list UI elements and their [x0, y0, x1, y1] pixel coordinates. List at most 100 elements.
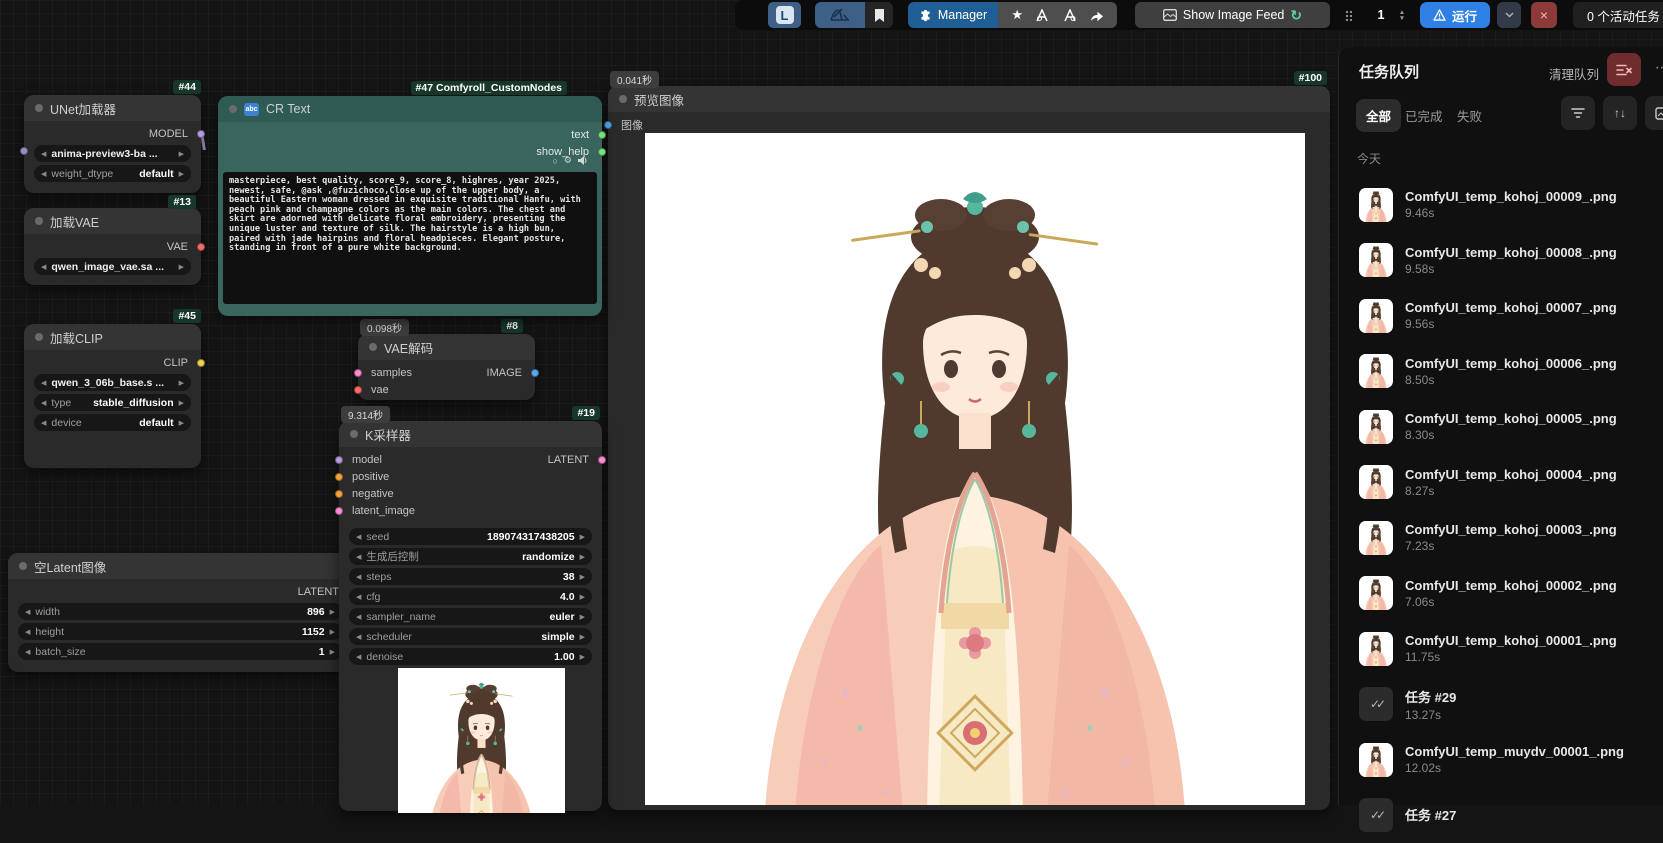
node-load-vae[interactable]: #13 加载VAE VAE ◀qwen_image_vae.sa ...▶ — [24, 208, 201, 285]
combo-left-icon[interactable]: ◀ — [25, 648, 30, 656]
model-output-slot[interactable] — [197, 130, 205, 138]
combo-right-icon[interactable]: ▶ — [580, 633, 585, 641]
clip-device-combo[interactable]: ◀devicedefault▶ — [34, 414, 191, 431]
node-empty-latent-image[interactable]: 空Latent图像 LATENT ◀width896▶ ◀height1152▶… — [8, 553, 352, 672]
combo-left-icon[interactable]: ◀ — [41, 263, 46, 271]
combo-right-icon[interactable]: ▶ — [580, 613, 585, 621]
combo-left-icon[interactable]: ◀ — [25, 608, 30, 616]
combo-left-icon[interactable]: ◀ — [41, 419, 46, 427]
samples-input-slot[interactable] — [354, 369, 362, 377]
node-preview-image[interactable]: 0.041秒 #100 预览图像 图像 — [608, 86, 1330, 810]
weight-dtype-combo[interactable]: ◀weight_dtypedefault▶ — [34, 165, 191, 182]
combo-left-icon[interactable]: ◀ — [356, 533, 361, 541]
widget-input-slot[interactable] — [20, 147, 28, 155]
combo-left-icon[interactable]: ◀ — [356, 613, 361, 621]
queue-item-thumbnail[interactable] — [1359, 354, 1393, 388]
combo-right-icon[interactable]: ▶ — [580, 553, 585, 561]
node-unet-loader[interactable]: #44 UNet加载器 MODEL ◀anima-preview3-ba ...… — [24, 95, 201, 193]
filter-tab-completed[interactable]: 已完成 — [1405, 106, 1443, 125]
combo-right-icon[interactable]: ▶ — [179, 399, 184, 407]
gallery-settings-button[interactable] — [1645, 96, 1663, 130]
queue-item-thumbnail[interactable] — [1359, 410, 1393, 444]
filter-tab-failed[interactable]: 失败 — [1457, 106, 1482, 125]
combo-left-icon[interactable]: ◀ — [356, 593, 361, 601]
latent-image-input-slot[interactable] — [335, 507, 343, 515]
combo-right-icon[interactable]: ▶ — [580, 593, 585, 601]
combo-left-icon[interactable]: ◀ — [356, 653, 361, 661]
latent-size-widget[interactable]: ◀width896▶ — [18, 603, 342, 620]
combo-right-icon[interactable]: ▶ — [330, 608, 335, 616]
unet-name-combo[interactable]: ◀anima-preview3-ba ...▶ — [34, 145, 191, 162]
queue-item-thumbnail[interactable] — [1359, 299, 1393, 333]
model-a2-icon[interactable] — [1063, 9, 1077, 22]
combo-right-icon[interactable]: ▶ — [179, 150, 184, 158]
node-cr-text[interactable]: #47 Comfyroll_CustomNodes abcCR Text tex… — [218, 96, 602, 316]
node-load-clip[interactable]: #45 加载CLIP CLIP ◀qwen_3_06b_base.s ...▶ … — [24, 324, 201, 468]
run-options-button[interactable] — [1497, 2, 1521, 28]
positive-input-slot[interactable] — [335, 473, 343, 481]
latent-size-widget[interactable]: ◀height1152▶ — [18, 623, 342, 640]
image-output-slot[interactable] — [531, 369, 539, 377]
node-ksampler[interactable]: 9.314秒 #19 K采样器 modelLATENT positive neg… — [339, 421, 602, 811]
ksampler-widget[interactable]: ◀生成后控制randomize▶ — [349, 548, 592, 565]
star-icon[interactable]: ★ — [1011, 7, 1023, 23]
combo-right-icon[interactable]: ▶ — [179, 379, 184, 387]
queue-item[interactable]: ComfyUI_temp_kohoj_00005_.png 8.30s — [1339, 399, 1663, 455]
show-help-output-slot[interactable] — [598, 148, 606, 156]
model-a-icon[interactable] — [1036, 9, 1050, 22]
queue-item[interactable]: ComfyUI_temp_kohoj_00003_.png 7.23s — [1339, 510, 1663, 566]
clear-queue-label[interactable]: 清理队列 — [1549, 64, 1599, 83]
queue-item[interactable]: ComfyUI_temp_kohoj_00004_.png 8.27s — [1339, 455, 1663, 511]
queue-item-thumbnail[interactable] — [1359, 521, 1393, 555]
queue-item-thumbnail[interactable] — [1359, 243, 1393, 277]
comfy-logo-button[interactable]: L — [768, 2, 801, 28]
queue-item[interactable]: ComfyUI_temp_muydv_00001_.png 12.02s — [1339, 732, 1663, 788]
combo-left-icon[interactable]: ◀ — [41, 379, 46, 387]
clear-queue-button[interactable] — [1607, 53, 1641, 86]
generated-image[interactable] — [645, 133, 1305, 805]
combo-right-icon[interactable]: ▶ — [330, 648, 335, 656]
workflow-tab-button[interactable] — [815, 2, 865, 28]
combo-right-icon[interactable]: ▶ — [580, 653, 585, 661]
combo-left-icon[interactable]: ◀ — [356, 573, 361, 581]
manager-button[interactable]: Manager — [908, 2, 998, 28]
batch-count-stepper[interactable]: ▲▼ — [1395, 2, 1409, 28]
queue-item[interactable]: ComfyUI_temp_kohoj_00002_.png 7.06s — [1339, 566, 1663, 622]
ksampler-widget[interactable]: ◀schedulersimple▶ — [349, 628, 592, 645]
queue-item-thumbnail[interactable] — [1359, 465, 1393, 499]
clip-type-combo[interactable]: ◀typestable_diffusion▶ — [34, 394, 191, 411]
share-icon[interactable] — [1090, 9, 1104, 22]
run-button[interactable]: 运行 — [1420, 2, 1490, 28]
latent-output-slot[interactable] — [598, 456, 606, 464]
queue-item[interactable]: ComfyUI_temp_kohoj_00009_.png 9.46s — [1339, 177, 1663, 233]
combo-left-icon[interactable]: ◀ — [41, 399, 46, 407]
image-input-slot[interactable] — [604, 121, 612, 129]
prompt-textarea[interactable]: masterpiece, best quality, score_9, scor… — [223, 172, 597, 304]
combo-right-icon[interactable]: ▶ — [580, 533, 585, 541]
queue-item-thumbnail[interactable] — [1359, 743, 1393, 777]
node-vae-decode[interactable]: 0.098秒 #8 VAE解码 samplesIMAGE vae — [358, 334, 535, 400]
speaker-icon[interactable] — [578, 156, 588, 165]
bookmark-button[interactable] — [865, 2, 893, 28]
combo-right-icon[interactable]: ▶ — [330, 628, 335, 636]
cancel-button[interactable]: × — [1531, 2, 1557, 28]
gear-icon[interactable]: ⚙ — [564, 155, 572, 166]
queue-item-thumbnail[interactable] — [1359, 632, 1393, 666]
combo-left-icon[interactable]: ◀ — [356, 633, 361, 641]
text-output-slot[interactable] — [598, 131, 606, 139]
queue-item[interactable]: ComfyUI_temp_kohoj_00007_.png 9.56s — [1339, 288, 1663, 344]
clip-output-slot[interactable] — [197, 359, 205, 367]
negative-input-slot[interactable] — [335, 490, 343, 498]
vae-output-slot[interactable] — [197, 243, 205, 251]
combo-right-icon[interactable]: ▶ — [179, 419, 184, 427]
ksampler-widget[interactable]: ◀steps38▶ — [349, 568, 592, 585]
drag-handle-icon[interactable] — [1341, 2, 1355, 28]
queue-item-thumbnail[interactable] — [1359, 576, 1393, 610]
circle-icon[interactable]: ○ — [552, 156, 557, 166]
combo-left-icon[interactable]: ◀ — [356, 553, 361, 561]
vae-input-slot[interactable] — [354, 386, 362, 394]
filter-tab-all[interactable]: 全部 — [1356, 99, 1401, 132]
filter-button[interactable] — [1561, 96, 1595, 130]
combo-right-icon[interactable]: ▶ — [179, 170, 184, 178]
show-image-feed-button[interactable]: Show Image Feed ↻ — [1135, 2, 1330, 28]
